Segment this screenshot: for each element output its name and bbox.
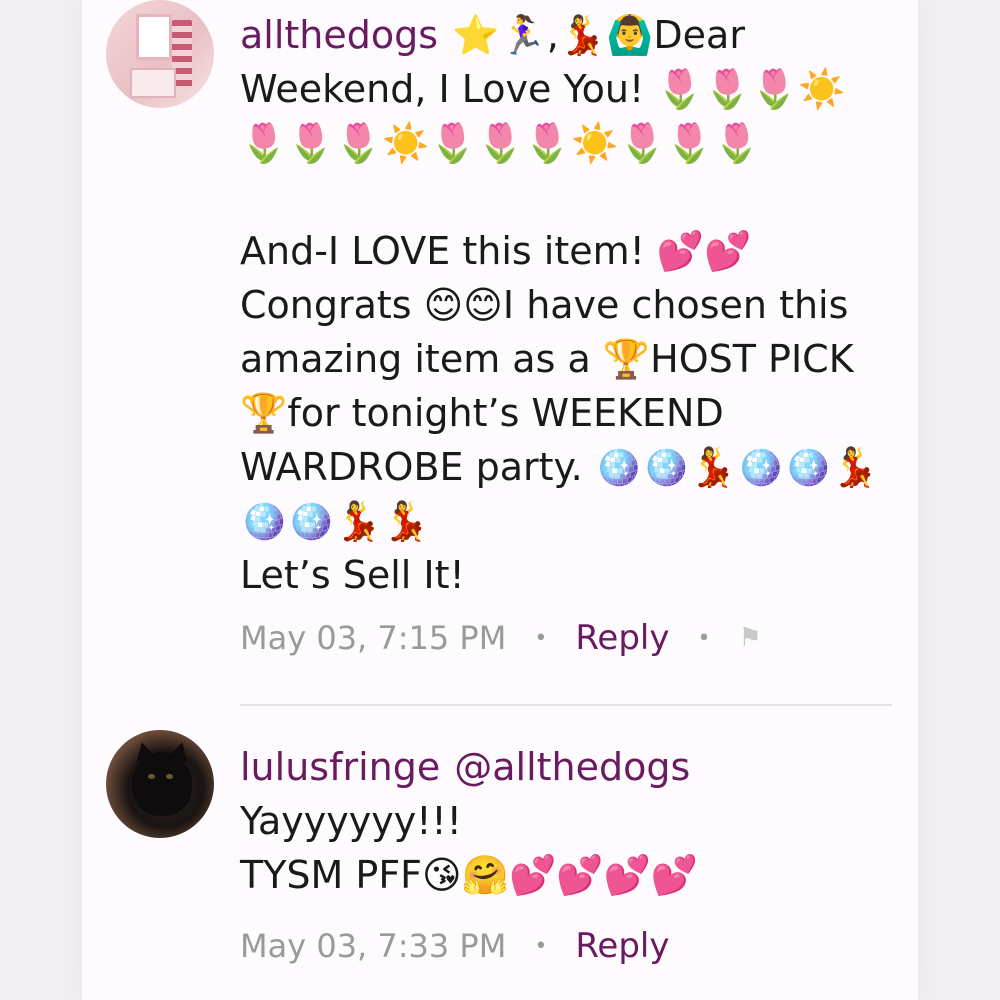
avatar-lulusfringe[interactable] bbox=[106, 730, 214, 838]
reply-button[interactable]: Reply bbox=[575, 926, 669, 966]
flag-icon[interactable]: ⚑ bbox=[738, 623, 761, 653]
username-link[interactable]: allthedogs bbox=[240, 13, 438, 57]
timestamp: May 03, 7:15 PM bbox=[240, 619, 507, 657]
cat-photo bbox=[132, 752, 192, 816]
comment-body: Yayyyyyy!!! TYSM PFF😘🤗💕💕💕💕 bbox=[240, 799, 699, 897]
separator-dot: • bbox=[697, 625, 711, 651]
comment-1-meta: May 03, 7:15 PM • Reply • ⚑ bbox=[240, 618, 762, 658]
timestamp: May 03, 7:33 PM bbox=[240, 927, 507, 965]
comment-divider bbox=[240, 704, 892, 706]
comment-body: ⭐️🏃‍♀️,💃🙆‍♂️Dear Weekend, I Love You! 🌷🌷… bbox=[240, 13, 879, 597]
drawer-decor bbox=[130, 68, 176, 98]
cat-eye-left bbox=[148, 774, 155, 779]
comment-1: allthedogs ⭐️🏃‍♀️,💃🙆‍♂️Dear Weekend, I Lo… bbox=[240, 8, 880, 602]
comment-2-meta: May 03, 7:33 PM • Reply bbox=[240, 926, 669, 966]
comment-2: lulusfringe @allthedogs Yayyyyyy!!! TYSM … bbox=[240, 740, 880, 902]
username-link[interactable]: lulusfringe bbox=[240, 745, 440, 789]
comment-2-text: lulusfringe @allthedogs Yayyyyyy!!! TYSM … bbox=[240, 740, 880, 902]
reply-button[interactable]: Reply bbox=[575, 618, 669, 658]
window-decor bbox=[136, 14, 172, 60]
mention-link[interactable]: @allthedogs bbox=[454, 745, 690, 789]
separator-dot: • bbox=[534, 625, 548, 651]
cat-eye-right bbox=[166, 774, 173, 779]
comment-1-text: allthedogs ⭐️🏃‍♀️,💃🙆‍♂️Dear Weekend, I Lo… bbox=[240, 8, 880, 602]
avatar-allthedogs[interactable] bbox=[106, 0, 214, 108]
separator-dot: • bbox=[534, 933, 548, 959]
